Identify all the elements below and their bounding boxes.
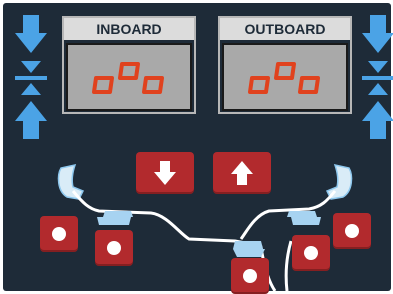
weight-position-left-outer[interactable] [40, 216, 78, 252]
right-pad-1 [287, 211, 317, 217]
weight-position-right-outer[interactable] [333, 213, 371, 249]
weight-position-right-inner[interactable] [292, 235, 330, 271]
dot-icon [345, 224, 359, 238]
weight-position-center[interactable] [231, 258, 269, 294]
left-pad-2 [97, 217, 131, 225]
dot-icon [107, 241, 121, 255]
left-pad-1 [103, 211, 133, 217]
dot-icon [304, 246, 318, 260]
dot-icon [52, 227, 66, 241]
center-pad-2 [233, 249, 265, 257]
center-pad [233, 241, 263, 249]
dot-icon [243, 269, 257, 283]
weight-position-left-inner[interactable] [95, 230, 133, 266]
wheel-balancer-panel: INBOARD OUTBOARD [3, 3, 393, 294]
left-bead-icon [57, 163, 85, 200]
right-pad-2 [291, 217, 321, 225]
